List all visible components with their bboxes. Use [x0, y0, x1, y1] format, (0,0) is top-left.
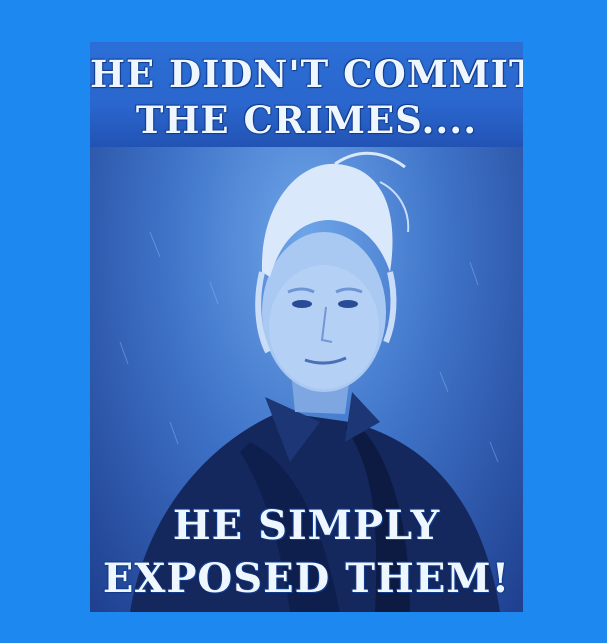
poster: HE DIDN'T COMMIT THE CRIMES.... HE SIMPL… [0, 0, 607, 643]
headline-bottom-line-2: EXPOSED THEM! [102, 555, 511, 602]
headline-top-line-2: THE CRIMES.... [135, 98, 478, 142]
headline-top-line-1: HE DIDN'T COMMIT [90, 52, 523, 96]
headline-bottom-line-1: HE SIMPLY [172, 502, 441, 549]
photo-frame: HE DIDN'T COMMIT THE CRIMES.... HE SIMPL… [90, 42, 523, 612]
